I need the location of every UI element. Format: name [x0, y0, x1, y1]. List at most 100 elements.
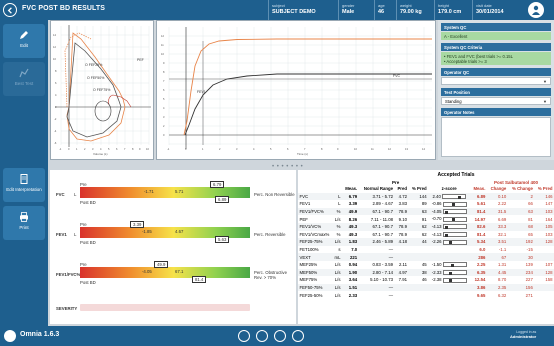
svg-text:3: 3: [236, 147, 238, 151]
svg-text:8: 8: [163, 70, 165, 74]
system-qc-value: A - Excellent: [441, 32, 551, 40]
sidebar: Edit Best Test Edit Interpretation Print: [0, 20, 48, 326]
severity-bar: [80, 304, 250, 311]
visit-date-info: visit date 30/01/2014: [472, 0, 520, 20]
svg-text:1: 1: [202, 147, 204, 151]
operator-qc-select[interactable]: ▼: [441, 77, 551, 85]
svg-text:6: 6: [116, 147, 118, 151]
svg-text:13: 13: [405, 147, 408, 151]
svg-text:3: 3: [92, 147, 94, 151]
svg-text:7: 7: [163, 79, 165, 83]
zscore-mini-bar: [442, 201, 467, 207]
flow-volume-chart: PEF O FEF25% O FEF50% O FEF75% Volume (L…: [50, 20, 154, 160]
table-row: FVC L 6.79 3.71 - 5.72 4.72 144 2.40 6.89 0.10 2 1…: [298, 192, 554, 201]
svg-text:-4: -4: [54, 129, 57, 133]
svg-text:9: 9: [337, 147, 339, 151]
svg-text:2: 2: [84, 147, 86, 151]
svg-text:14: 14: [53, 33, 56, 37]
table-title: Accepted Trials: [437, 172, 475, 178]
chart-icon: [19, 68, 29, 78]
svg-text:7: 7: [304, 147, 306, 151]
svg-text:1: 1: [76, 147, 78, 151]
edit-interpretation-button[interactable]: Edit Interpretation: [3, 168, 45, 202]
table-row: PEF L/s 8.26 7.11 - 11.08 9.10 91 -0.70 14.97 6.…: [299, 216, 553, 222]
table-row: MEF25% L/s 0.94 0.83 - 3.59 2.11 45 -1.50 2.25 1…: [299, 262, 553, 268]
zscore-bar-panel: FVC L Pre Post BD -1.71 5.71 6.79 6.89 P…: [50, 170, 296, 324]
svg-text:0: 0: [68, 147, 70, 151]
best-test-button[interactable]: Best Test: [3, 62, 45, 96]
chevron-down-icon: ▼: [543, 79, 547, 84]
svg-text:11: 11: [371, 147, 374, 151]
bluetooth-icon[interactable]: [256, 330, 268, 342]
svg-text:5: 5: [163, 97, 165, 101]
svg-text:8: 8: [55, 69, 57, 73]
pef-label: PEF: [137, 58, 144, 62]
svg-text:10: 10: [53, 57, 56, 61]
settings-icon[interactable]: [274, 330, 286, 342]
zscore-mini-bar: [442, 239, 467, 245]
fvc-post-marker: 6.89: [215, 196, 230, 203]
svg-text:5: 5: [108, 147, 110, 151]
svg-text:3: 3: [163, 115, 165, 119]
table-row: MEF75% L/s 3.64 5.10 - 10.73 7.91 46 -2.38 12.5…: [299, 277, 553, 283]
svg-text:-6: -6: [54, 141, 57, 145]
zscore-mini-bar: [442, 209, 467, 215]
subject-info: subject SUBJECT DEMO: [268, 0, 338, 20]
volume-time-chart: FVC FEV1 Time (s) -1 0 1 2 3 4 5 6 7 8 9…: [156, 20, 436, 160]
fef25-label: O FEF25%: [85, 63, 102, 67]
svg-text:6: 6: [287, 147, 289, 151]
zscore-mini-bar: [442, 270, 467, 275]
power-icon[interactable]: [292, 330, 304, 342]
zscore-mini-bar: [442, 224, 467, 230]
system-qc-header: System QC: [441, 23, 551, 31]
fvc-label: FVC: [393, 74, 400, 78]
svg-text:2: 2: [163, 124, 165, 128]
table-row: FEV1/VCmax%% 49.3 67.1 - 90.7 78.9 62 -4.13 81…: [299, 231, 553, 238]
app-logo-icon: [4, 330, 16, 342]
home-icon[interactable]: [238, 330, 250, 342]
title-bar: FVC POST BD RESULTS subject SUBJECT DEMO…: [0, 0, 554, 20]
test-position-select[interactable]: Standing ▼: [441, 97, 551, 105]
svg-text:12: 12: [388, 147, 391, 151]
user-menu-button[interactable]: [528, 2, 544, 18]
fvc-pre-marker: 6.79: [210, 181, 225, 188]
operator-notes-field[interactable]: [441, 117, 551, 157]
svg-text:9: 9: [139, 147, 141, 151]
fev1-fvc-bar: [80, 267, 250, 278]
zscore-mini-bar: [441, 194, 466, 200]
table-row: MEF50% L/s 1.90 2.80 - 7.14 4.97 38 -2.33 6.35 4…: [298, 268, 554, 277]
back-button[interactable]: [3, 3, 17, 17]
svg-text:12: 12: [161, 34, 164, 38]
svg-text:-1: -1: [167, 147, 170, 151]
zscore-mini-bar: [442, 262, 467, 268]
app-version: Omnia 1.6.3: [20, 331, 60, 338]
svg-text:6: 6: [55, 81, 57, 85]
svg-text:8: 8: [132, 147, 134, 151]
document-icon: [20, 174, 28, 184]
zscore-mini-bar: [442, 277, 467, 283]
table-row: FEF25-75% L/s 1.83 2.46 - 5.89 4.18 44 -2.26 5.…: [298, 238, 554, 246]
edit-button[interactable]: Edit: [3, 24, 45, 58]
zscore-mini-bar: [442, 232, 467, 238]
vt-xlabel: Time (s): [297, 152, 308, 156]
print-button[interactable]: Print: [3, 206, 45, 240]
system-qc-criteria-header: System QC Criteria: [441, 43, 551, 51]
svg-text:4: 4: [100, 147, 102, 151]
logged-user: Logged in as Administrator: [510, 330, 537, 339]
table-row: FEF25-50% L/s 2.33—9.65 6.32 271: [299, 292, 533, 298]
height-info: height 179.0 cm: [434, 0, 472, 20]
svg-text:10: 10: [354, 147, 357, 151]
svg-text:9: 9: [163, 61, 165, 65]
fev1-post-marker: 5.63: [215, 236, 230, 243]
table-row: FET100% s 7.0—6.0 -1.1 -15: [299, 247, 533, 253]
page-title: FVC POST BD RESULTS: [22, 5, 106, 12]
operator-notes-header: Operator Notes: [441, 108, 551, 116]
gender-info: gender Male: [338, 0, 374, 20]
ratio-post-marker: 81.4: [192, 276, 207, 283]
weight-info: weight 79.00 kg: [396, 0, 434, 20]
fev1-label: FEV1: [197, 90, 206, 94]
table-row: FEV1/VC%% 49.3 67.1 - 90.7 78.9 62 -4.13 82.6 3…: [298, 222, 554, 231]
svg-text:10: 10: [146, 147, 149, 151]
system-qc-criteria: • FEV1 and FVC (best trials >= 0.15L • A…: [441, 52, 551, 65]
svg-text:-1: -1: [59, 147, 62, 151]
